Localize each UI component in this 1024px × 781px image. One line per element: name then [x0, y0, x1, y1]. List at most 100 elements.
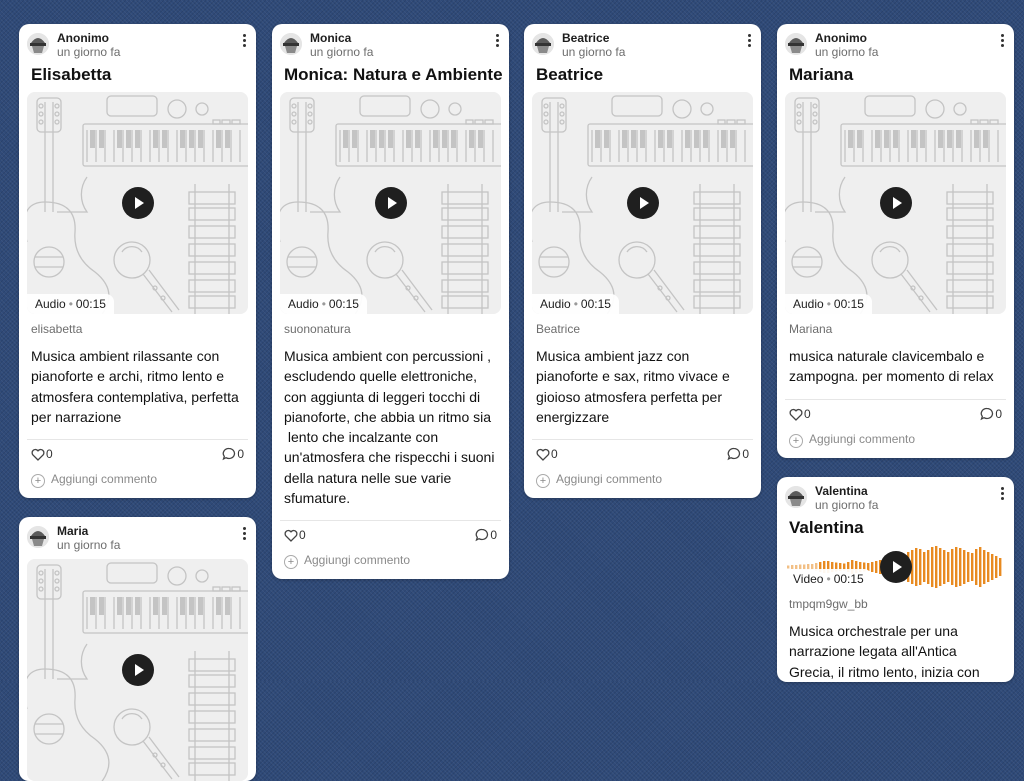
waveform-bar	[923, 552, 926, 582]
avatar-icon[interactable]	[27, 33, 49, 55]
post-title: Beatrice	[536, 65, 604, 84]
avatar-icon[interactable]	[532, 33, 554, 55]
heart-icon	[284, 528, 299, 543]
media-duration: 00:15	[833, 297, 864, 311]
post-title: Monica: Natura e Ambiente	[284, 65, 503, 84]
waveform-bar	[967, 552, 970, 582]
waveform-bar	[955, 547, 958, 587]
waveform-bar	[971, 553, 974, 581]
waveform-bar	[999, 558, 1002, 576]
comment-count-button[interactable]: 0	[475, 528, 497, 542]
video-player[interactable]: Video • 00:15	[785, 545, 1006, 589]
avatar-icon[interactable]	[27, 526, 49, 548]
comment-count-button[interactable]: 0	[980, 407, 1002, 421]
attachment-filename[interactable]: tmpqm9gw_bb	[789, 597, 1002, 611]
post-actions: 0 0	[284, 521, 497, 547]
post-title: Mariana	[789, 65, 854, 84]
avatar-icon[interactable]	[785, 486, 807, 508]
waveform-bar	[979, 547, 982, 587]
attachment-filename[interactable]: Mariana	[789, 322, 1002, 336]
author-name[interactable]: Valentina	[815, 484, 868, 498]
post-header: Anonimo un giorno fa	[19, 24, 256, 60]
waveform-bar	[963, 550, 966, 584]
media-badge: Audio • 00:15	[27, 294, 114, 314]
heart-icon	[789, 407, 804, 421]
like-button[interactable]: 0	[31, 447, 53, 461]
play-icon[interactable]	[374, 187, 407, 219]
audio-player[interactable]	[27, 559, 248, 781]
waveform-bar	[919, 549, 922, 585]
post-card[interactable]: Beatrice un giorno fa Beatrice Audio • 00:…	[524, 24, 761, 499]
play-icon[interactable]	[626, 187, 659, 219]
post-time: un giorno fa	[57, 538, 121, 552]
more-vertical-icon[interactable]	[491, 32, 503, 48]
more-vertical-icon[interactable]	[238, 525, 250, 541]
author-name[interactable]: Anonimo	[815, 31, 867, 45]
add-comment-label: Aggiungi commento	[809, 431, 916, 446]
play-icon[interactable]	[879, 551, 912, 583]
post-card[interactable]: Maria un giorno fa	[19, 517, 256, 781]
media-badge: Video • 00:15	[785, 569, 872, 589]
post-header: Monica un giorno fa	[272, 24, 509, 60]
more-vertical-icon[interactable]	[743, 32, 755, 48]
audio-player[interactable]: Audio • 00:15	[785, 92, 1006, 314]
post-body: musica naturale clavicembalo e zampogna.…	[789, 348, 994, 385]
like-count: 0	[804, 406, 811, 421]
waveform-bar	[975, 549, 978, 585]
like-button[interactable]: 0	[789, 407, 811, 421]
more-vertical-icon[interactable]	[996, 485, 1008, 501]
add-comment-button[interactable]: + Aggiungi commento	[284, 553, 497, 570]
avatar-icon[interactable]	[280, 33, 302, 55]
add-comment-button[interactable]: + Aggiungi commento	[536, 472, 749, 489]
plus-circle-icon: +	[789, 433, 803, 448]
author-name[interactable]: Anonimo	[57, 31, 109, 45]
post-card[interactable]: Monica un giorno fa Monica: Natura e Amb…	[272, 24, 509, 580]
post-body: Musica ambient rilassante con pianoforte…	[31, 348, 243, 425]
waveform-bar	[935, 546, 938, 588]
author-name[interactable]: Maria	[57, 524, 88, 538]
waveform-bar	[875, 561, 878, 573]
waveform-bar	[983, 550, 986, 584]
attachment-filename[interactable]: Beatrice	[536, 322, 749, 336]
waveform-bar	[943, 550, 946, 584]
media-type: Audio	[288, 297, 319, 311]
post-card[interactable]: Anonimo un giorno fa Mariana Audio • 00:15…	[777, 24, 1014, 458]
author-name[interactable]: Beatrice	[562, 31, 609, 45]
comment-count-button[interactable]: 0	[727, 447, 749, 461]
like-button[interactable]: 0	[536, 447, 558, 461]
add-comment-label: Aggiungi commento	[304, 553, 411, 568]
audio-player[interactable]: Audio • 00:15	[280, 92, 501, 314]
play-icon[interactable]	[121, 187, 154, 219]
post-body: Musica ambient jazz con pianoforte e sax…	[536, 348, 734, 425]
post-card[interactable]: Valentina un giorno fa Valentina Video • 0…	[777, 477, 1014, 682]
more-vertical-icon[interactable]	[238, 32, 250, 48]
plus-circle-icon: +	[536, 474, 550, 489]
attachment-filename[interactable]: suononatura	[284, 322, 497, 336]
waveform-bar	[995, 556, 998, 578]
add-comment-label: Aggiungi commento	[556, 472, 663, 487]
comment-icon	[980, 407, 995, 421]
comment-count: 0	[995, 406, 1002, 421]
media-duration: 00:15	[833, 572, 864, 586]
post-card[interactable]: Anonimo un giorno fa Elisabetta Audio • 00…	[19, 24, 256, 499]
like-button[interactable]: 0	[284, 528, 306, 542]
play-icon[interactable]	[121, 654, 154, 686]
author-name[interactable]: Monica	[310, 31, 351, 45]
more-vertical-icon[interactable]	[996, 32, 1008, 48]
audio-player[interactable]: Audio • 00:15	[27, 92, 248, 314]
play-icon[interactable]	[879, 187, 912, 219]
post-actions: 0 0	[31, 440, 244, 466]
audio-player[interactable]: Audio • 00:15	[532, 92, 753, 314]
comment-count-button[interactable]: 0	[222, 447, 244, 461]
post-body: Musica orchestrale per una narrazione le…	[789, 623, 980, 680]
add-comment-button[interactable]: + Aggiungi commento	[789, 432, 1002, 448]
media-duration: 00:15	[580, 297, 611, 311]
media-badge: Audio • 00:15	[532, 294, 619, 314]
avatar-icon[interactable]	[785, 33, 807, 55]
heart-icon	[31, 447, 46, 462]
waveform-bar	[927, 550, 930, 584]
media-badge: Audio • 00:15	[280, 294, 367, 314]
post-header: Beatrice un giorno fa	[524, 24, 761, 60]
attachment-filename[interactable]: elisabetta	[31, 322, 244, 336]
add-comment-button[interactable]: + Aggiungi commento	[31, 472, 244, 489]
